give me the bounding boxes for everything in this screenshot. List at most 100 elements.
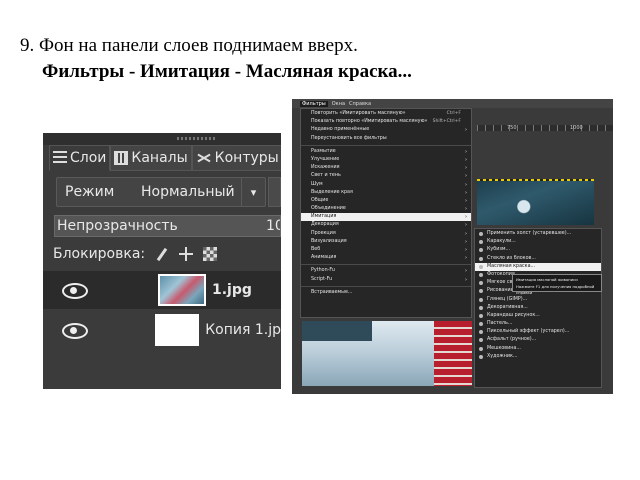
menu-item[interactable]: Асфальт (ручное)... <box>475 336 601 344</box>
menu-item[interactable]: Визуализация › <box>301 238 471 246</box>
menu-item-label: Выделение края <box>311 189 353 195</box>
tab-channels-label: Каналы <box>131 150 188 166</box>
menu-item-label: Визуализация <box>311 238 347 244</box>
tab-channels[interactable]: Каналы <box>110 145 192 171</box>
layers-icon <box>53 151 67 165</box>
panel-grip[interactable] <box>177 137 217 140</box>
menu-item[interactable]: Веб › <box>301 246 471 254</box>
menu-item-label: Имитация <box>311 214 337 220</box>
move-lock-icon[interactable] <box>179 247 194 261</box>
menu-item[interactable]: Глянец (GIMP)... <box>475 296 601 304</box>
filter-icon <box>479 248 483 253</box>
dock-tabs: Слои Каналы Контуры <box>49 145 281 171</box>
menu-item[interactable]: Шум › <box>301 181 471 189</box>
menu-item-label: Карандаш рисунок... <box>487 312 540 318</box>
menu-item[interactable]: Размытие › <box>301 148 471 156</box>
menu-item[interactable]: Python-Fu › <box>301 267 471 275</box>
menu-item[interactable]: Мешковина... <box>475 345 601 353</box>
instruction-menu-path: Фильтры - Имитация - Масляная краска... <box>42 61 412 82</box>
menu-item[interactable]: Декоративная... <box>475 304 601 312</box>
menubar: Фильтры Окна Справка <box>292 99 613 108</box>
menu-item[interactable]: Анимация › <box>301 254 471 262</box>
chevron-right-icon: › <box>465 148 467 155</box>
menu-item[interactable]: Повторить «Имитировать масляную» Ctrl+F <box>301 110 471 118</box>
menu-item-label: Переустановить все фильтры <box>311 135 387 141</box>
mode-extra-button[interactable] <box>268 177 281 207</box>
menu-item[interactable]: Улучшение › <box>301 156 471 164</box>
menu-item-label: Объединение <box>311 206 346 212</box>
menu-item[interactable]: Искажения › <box>301 164 471 172</box>
tab-paths-label: Контуры <box>214 150 279 166</box>
menu-item-label: Script-Fu <box>311 276 333 282</box>
mode-selector[interactable]: Режим Нормальный ▾ <box>56 177 266 207</box>
menu-item-label: Асфальт (ручное)... <box>487 337 537 343</box>
opacity-slider[interactable]: Непрозрачность 10 <box>54 215 281 237</box>
menu-item[interactable]: Встраиваемые... <box>301 289 471 297</box>
menu-item[interactable]: Декорация › <box>301 221 471 229</box>
menu-item-label: Масляная краска... <box>487 263 536 269</box>
paths-icon <box>196 151 212 165</box>
menu-item[interactable]: Недавно применённые › <box>301 126 471 134</box>
brush-lock-icon[interactable] <box>156 247 168 261</box>
menu-separator <box>301 144 471 146</box>
menu-item[interactable]: Проекция › <box>301 230 471 238</box>
menu-item-label: Общие <box>311 197 329 203</box>
menu-item[interactable]: Script-Fu › <box>301 276 471 284</box>
alpha-lock-icon[interactable] <box>203 247 218 261</box>
ruler-label: 750 <box>507 125 517 131</box>
layer-row[interactable]: 1.jpg <box>43 271 281 309</box>
menu-item[interactable]: Художник... <box>475 353 601 361</box>
menu-item[interactable]: Пиксельный эффект (устарел)... <box>475 328 601 336</box>
layers-panel-screenshot: Слои Каналы Контуры Режим Нормальный ▾ Н… <box>43 133 281 389</box>
menu-shortcut: Ctrl+F <box>446 111 461 116</box>
filter-icon <box>479 272 483 277</box>
layer-row[interactable]: Копия 1.jp <box>43 311 281 349</box>
menubar-windows[interactable]: Окна <box>332 101 345 107</box>
menu-item[interactable]: Масляная краска... <box>475 262 601 271</box>
menu-item-label: Кубизм... <box>487 247 511 253</box>
menubar-help[interactable]: Справка <box>349 101 371 107</box>
menu-item[interactable]: Карандаш рисунок... <box>475 312 601 320</box>
tab-paths[interactable]: Контуры <box>191 145 281 171</box>
menu-item-label: Стекло из блоков... <box>487 255 536 261</box>
eye-icon[interactable] <box>43 271 88 309</box>
menu-item[interactable]: Пастель... <box>475 320 601 328</box>
layer-name: 1.jpg <box>212 282 252 298</box>
horizontal-ruler <box>477 125 613 131</box>
lock-row: Блокировка: <box>53 243 218 265</box>
chevron-right-icon: › <box>465 222 467 229</box>
menu-item[interactable]: Применить холст (устаревшее)... <box>475 230 601 238</box>
filter-icon <box>479 232 483 236</box>
menu-item-label: Показать повторно «Имитировать масляную» <box>311 119 428 125</box>
filters-menu: Повторить «Имитировать масляную» Ctrl+F По… <box>300 108 472 318</box>
chevron-right-icon: › <box>465 127 467 134</box>
menu-item[interactable]: Стекло из блоков... <box>475 255 601 263</box>
chevron-down-icon[interactable]: ▾ <box>241 178 265 206</box>
menu-item[interactable]: Имитация › <box>301 213 471 222</box>
menu-item[interactable]: Общие › <box>301 197 471 205</box>
filter-icon <box>479 281 483 286</box>
lock-label: Блокировка: <box>53 246 146 262</box>
menu-item[interactable]: Каракули... <box>475 238 601 246</box>
filter-icon <box>479 256 483 261</box>
menu-item[interactable]: Объединение › <box>301 205 471 213</box>
menubar-filters[interactable]: Фильтры <box>300 100 328 107</box>
menu-item-label: Художник... <box>487 353 518 359</box>
menu-item-label: Пастель... <box>487 321 513 327</box>
menu-item[interactable]: Свет и тень › <box>301 172 471 180</box>
chevron-right-icon: › <box>465 214 467 221</box>
menu-item-label: Пиксельный эффект (устарел)... <box>487 329 570 335</box>
filter-icon <box>479 305 483 310</box>
menu-item-label: Глянец (GIMP)... <box>487 296 528 302</box>
menu-item-label: Проекция <box>311 230 336 236</box>
artistic-submenu: Применить холст (устаревшее)... Каракули.… <box>474 228 602 388</box>
menu-item[interactable]: Показать повторно «Имитировать масляную»… <box>301 118 471 126</box>
menu-item-label: Мешковина... <box>487 345 521 351</box>
eye-icon[interactable] <box>43 311 88 349</box>
menu-item-label: Декорация <box>311 222 339 228</box>
menu-item[interactable]: Переустановить все фильтры <box>301 135 471 143</box>
tab-layers[interactable]: Слои <box>49 145 111 171</box>
menu-item[interactable]: Кубизм... <box>475 246 601 254</box>
menu-item[interactable]: Выделение края › <box>301 189 471 197</box>
menu-item-label: Веб <box>311 247 321 252</box>
